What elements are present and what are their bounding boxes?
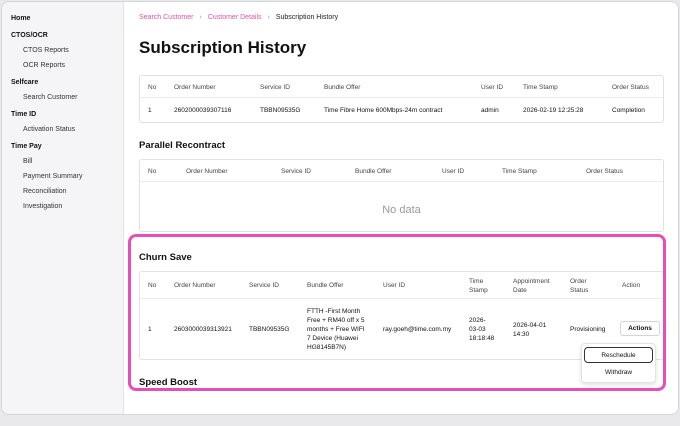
parallel-recontract-title: Parallel Recontract [139, 140, 226, 151]
cell-appointment-date: 2026-04-01 14:30 [513, 322, 547, 338]
column-header: Order Number [174, 282, 216, 289]
sidebar-heading-time-pay: Time Pay [11, 143, 42, 150]
actions-button[interactable]: Actions [620, 321, 660, 336]
column-header: Action [622, 282, 641, 289]
app-window: Home CTOS/OCR CTOS Reports OCR Reports S… [1, 1, 679, 415]
subscription-table: No Order Number Service ID Bundle Offer … [139, 75, 664, 123]
breadcrumb: Search Customer › Customer Details › Subscri… [139, 14, 338, 21]
speed-boost-title: Speed Boost [139, 377, 198, 388]
breadcrumb-customer-details[interactable]: Customer Details [208, 14, 262, 21]
column-header: Bundle Offer [355, 168, 392, 175]
column-header: User ID [481, 84, 504, 91]
breadcrumb-current: Subscription History [275, 14, 339, 21]
column-header: User ID [442, 168, 465, 175]
column-header: Time Stamp [502, 168, 537, 175]
sidebar-heading-time-id: Time ID [11, 111, 37, 118]
column-header: Bundle Offer [324, 84, 361, 91]
table-header-row: No Order Number Service ID Bundle Offer … [140, 160, 663, 182]
column-header: User ID [383, 282, 406, 289]
menu-item-withdraw[interactable]: Withdraw [584, 365, 653, 381]
column-header: Service ID [249, 282, 279, 289]
cell-bundle-offer: Time Fibre Home 600Mbps-24m contract [324, 107, 443, 114]
empty-state-text: No data [382, 204, 421, 216]
cell-bundle-offer: FTTH -First Month Free + RM40 off x 5 mo… [307, 308, 365, 351]
cell-order-status: Completion [612, 107, 645, 114]
cell-time-stamp: 2026- 03-03 18:18:48 [469, 317, 495, 342]
table-header-row: No Order Number Service ID Bundle Offer … [140, 76, 663, 98]
parallel-recontract-table: No Order Number Service ID Bundle Offer … [139, 159, 664, 232]
column-header: Bundle Offer [307, 282, 344, 289]
page-title: Subscription History [139, 38, 307, 57]
sidebar-item-activation-status[interactable]: Activation Status [23, 126, 75, 133]
chevron-right-icon: › [199, 14, 202, 21]
sidebar-item-home[interactable]: Home [11, 15, 30, 22]
sidebar: Home CTOS/OCR CTOS Reports OCR Reports S… [2, 2, 124, 414]
cell-order-status: Provisioning [570, 326, 606, 333]
sidebar-item-bill[interactable]: Bill [23, 158, 32, 165]
sidebar-heading-selfcare: Selfcare [11, 79, 39, 86]
sidebar-item-investigation[interactable]: Investigation [23, 203, 62, 210]
sidebar-item-payment-summary[interactable]: Payment Summary [23, 173, 83, 180]
column-header: Order Number [186, 168, 228, 175]
column-header: Time Stamp [469, 278, 488, 294]
cell-order-number: 2602000039307116 [174, 107, 232, 114]
column-header: No [148, 282, 157, 289]
column-header: Appointment Date [513, 278, 550, 294]
column-header: Order Number [174, 84, 216, 91]
cell-service-id: TBBN09535G [249, 326, 290, 333]
cell-no: 1 [148, 107, 152, 114]
cell-time-stamp: 2026-02-19 12:25:28 [523, 107, 584, 114]
cell-service-id: TBBN09535G [260, 107, 301, 114]
column-header: Order Status [570, 278, 589, 294]
column-header: No [148, 84, 157, 91]
column-header: Time Stamp [523, 84, 558, 91]
sidebar-item-ocr-reports[interactable]: OCR Reports [23, 62, 65, 69]
sidebar-item-reconciliation[interactable]: Reconciliation [23, 188, 67, 195]
breadcrumb-search-customer[interactable]: Search Customer [139, 14, 193, 21]
cell-order-number: 2603000039313921 [174, 326, 232, 333]
sidebar-item-ctos-reports[interactable]: CTOS Reports [23, 47, 69, 54]
cell-user-id: admin [481, 107, 499, 114]
column-header: Service ID [260, 84, 290, 91]
column-header: Service ID [281, 168, 311, 175]
sidebar-heading-ctos-ocr: CTOS/OCR [11, 32, 48, 39]
actions-dropdown-menu: Reschedule Withdraw [581, 343, 656, 383]
column-header: No [148, 168, 157, 175]
table-header-row: No Order Number Service ID Bundle Offer … [140, 272, 663, 299]
column-header: Order Status [586, 168, 623, 175]
cell-user-id: ray.goeh@time.com.my [383, 326, 452, 333]
menu-item-reschedule[interactable]: Reschedule [584, 347, 653, 363]
churn-save-title: Churn Save [139, 252, 192, 263]
cell-no: 1 [148, 326, 152, 333]
column-header: Order Status [612, 84, 649, 91]
chevron-right-icon: › [267, 14, 270, 21]
sidebar-item-search-customer[interactable]: Search Customer [23, 94, 77, 101]
